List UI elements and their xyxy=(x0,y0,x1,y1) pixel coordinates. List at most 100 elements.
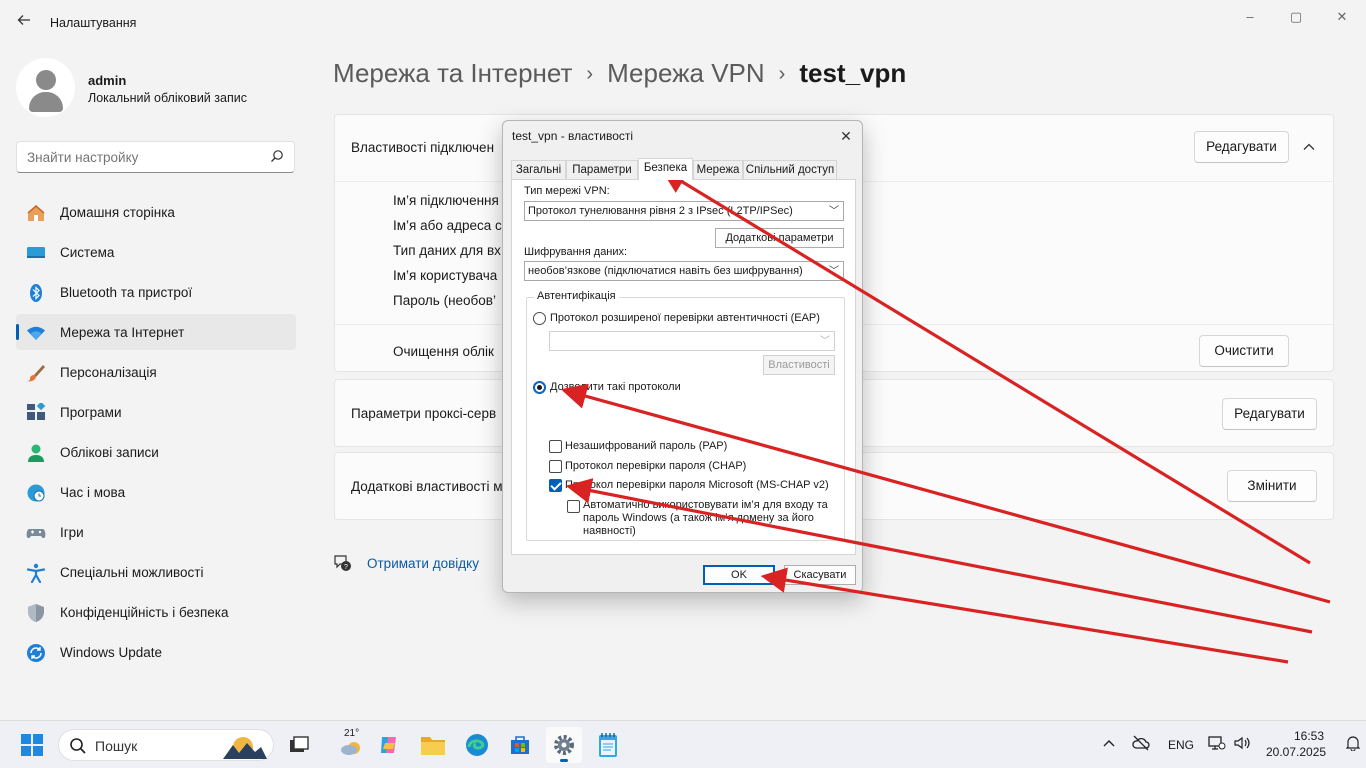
clear-credentials-label: Очищення облік xyxy=(393,344,494,359)
breadcrumb-vpn[interactable]: Мережа VPN xyxy=(607,58,765,88)
tab-networking[interactable]: Мережа xyxy=(693,160,743,180)
edit-connection-button[interactable]: Редагувати xyxy=(1194,131,1289,163)
sidebar-item-accessibility[interactable]: Спеціальні можливості xyxy=(16,554,296,590)
sidebar-item-time-language[interactable]: Час і мова xyxy=(16,474,296,510)
notepad-icon xyxy=(599,733,617,757)
eap-radio[interactable] xyxy=(533,312,546,325)
volume-tray[interactable] xyxy=(1233,735,1253,753)
advanced-settings-button[interactable]: Додаткові параметри xyxy=(715,228,844,248)
account-type: Локальний обліковий запис xyxy=(88,91,247,105)
edit-proxy-button[interactable]: Редагувати xyxy=(1222,398,1317,430)
windows-logo-icon xyxy=(21,734,43,756)
apps-icon xyxy=(27,403,46,420)
sidebar-item-network[interactable]: Мережа та Інтернет xyxy=(16,314,296,350)
sidebar-item-accounts[interactable]: Облікові записи xyxy=(16,434,296,470)
cancel-button[interactable]: Скасувати xyxy=(784,565,856,585)
auto-logon-label[interactable]: пароль Windows (а також ім’я домену за й… xyxy=(583,512,814,524)
clock-globe-icon xyxy=(27,484,45,502)
copilot-button[interactable] xyxy=(371,727,407,763)
encryption-select[interactable]: необов’язкове (підключатися навіть без ш… xyxy=(524,261,844,281)
get-help-link[interactable]: ? Отримати довідку xyxy=(333,553,479,578)
connection-properties-title: Властивості підключен xyxy=(351,140,495,155)
mschap-v2-label[interactable]: Протокол перевірки пароля Microsoft (MS-… xyxy=(565,479,829,491)
breadcrumb-network[interactable]: Мережа та Інтернет xyxy=(333,58,572,88)
dialog-close-icon[interactable]: ✕ xyxy=(834,125,858,147)
eap-radio-label[interactable]: Протокол розширеної перевірки автентично… xyxy=(550,312,820,324)
eap-properties-button[interactable]: Властивості xyxy=(763,355,835,375)
copilot-icon xyxy=(381,737,396,753)
search-icon[interactable] xyxy=(270,149,284,163)
field-username: Ім’я користувача xyxy=(393,268,498,283)
store-button[interactable] xyxy=(502,727,538,763)
widgets-button[interactable]: 21° xyxy=(334,727,370,763)
help-chat-icon: ? xyxy=(334,555,351,571)
tab-options[interactable]: Параметри xyxy=(566,160,638,180)
minimize-button[interactable]: – xyxy=(1227,6,1273,28)
home-icon xyxy=(27,205,45,221)
sidebar-item-home[interactable]: Домашня сторінка xyxy=(16,194,296,230)
field-server-address: Ім’я або адреса с xyxy=(393,218,502,233)
sidebar-item-system[interactable]: Система xyxy=(16,234,296,270)
field-password: Пароль (необов’ xyxy=(393,293,496,308)
clear-button[interactable]: Очистити xyxy=(1199,335,1289,367)
user-name: admin xyxy=(88,73,127,88)
chap-label[interactable]: Протокол перевірки пароля (CHAP) xyxy=(565,460,746,472)
user-profile[interactable]: admin Локальний обліковий запис xyxy=(16,58,306,118)
maximize-button[interactable]: ▢ xyxy=(1273,6,1319,28)
sidebar-item-gaming[interactable]: Ігри xyxy=(16,514,296,550)
search-input[interactable] xyxy=(17,142,257,172)
speaker-icon xyxy=(1234,736,1250,750)
vpn-type-select[interactable]: Протокол тунелювання рівня 2 з IPsec (L2… xyxy=(524,201,844,221)
taskbar-search[interactable]: Пошук xyxy=(58,729,274,761)
weather-temp: 21° xyxy=(344,728,360,739)
notifications-button[interactable] xyxy=(1345,735,1362,753)
sidebar-item-bluetooth[interactable]: Bluetooth та пристрої xyxy=(16,274,296,310)
eap-method-select[interactable]: ﹀ xyxy=(549,331,835,351)
task-view-button[interactable] xyxy=(281,727,317,763)
bell-icon xyxy=(1345,736,1361,752)
notepad-button[interactable] xyxy=(590,727,626,763)
sidebar-item-personalization[interactable]: Персоналізація xyxy=(16,354,296,390)
mschap-v2-checkbox[interactable] xyxy=(549,479,562,492)
allow-protocols-radio[interactable] xyxy=(533,381,546,394)
auto-logon-label[interactable]: Автоматично використовувати ім’я для вхо… xyxy=(583,499,828,511)
auto-logon-checkbox[interactable] xyxy=(567,500,580,513)
auto-logon-label[interactable]: наявності) xyxy=(583,525,636,537)
network-tray[interactable] xyxy=(1132,734,1152,754)
sidebar-item-windows-update[interactable]: Windows Update xyxy=(16,634,296,670)
edge-button[interactable] xyxy=(459,727,495,763)
ok-button[interactable]: OK xyxy=(703,565,775,585)
dialog-title: test_vpn - властивості xyxy=(512,129,634,143)
app-title: Налаштування xyxy=(50,16,137,30)
input-language[interactable]: ENG xyxy=(1168,738,1194,752)
tab-security[interactable]: Безпека xyxy=(638,158,693,180)
tab-sharing[interactable]: Спільний доступ xyxy=(743,160,837,180)
ethernet-tray[interactable] xyxy=(1208,735,1228,753)
clock-time[interactable]: 16:53 xyxy=(1294,729,1324,743)
change-button[interactable]: Змінити xyxy=(1227,470,1317,502)
tab-general[interactable]: Загальні xyxy=(511,160,566,180)
authentication-group-title: Автентифікація xyxy=(534,290,619,302)
sidebar-item-privacy[interactable]: Конфіденційність і безпека xyxy=(16,594,296,630)
file-explorer-button[interactable] xyxy=(415,727,451,763)
monitor-icon xyxy=(27,247,45,258)
chap-checkbox[interactable] xyxy=(549,460,562,473)
settings-app-button[interactable] xyxy=(546,727,582,763)
chevron-up-icon xyxy=(1103,740,1115,747)
chevron-up-icon[interactable] xyxy=(1297,137,1321,157)
close-button[interactable]: ✕ xyxy=(1319,6,1365,28)
back-arrow-icon[interactable] xyxy=(10,12,38,36)
clock-date[interactable]: 20.07.2025 xyxy=(1266,745,1326,759)
start-button[interactable] xyxy=(14,727,50,763)
vpn-type-label: Тип мережі VPN: xyxy=(524,185,610,197)
pap-checkbox[interactable] xyxy=(549,440,562,453)
sidebar-item-apps[interactable]: Програми xyxy=(16,394,296,430)
edge-icon xyxy=(466,734,488,756)
pap-label[interactable]: Незашифрований пароль (PAP) xyxy=(565,440,727,452)
bluetooth-icon xyxy=(30,284,42,302)
chevron-down-icon: ﹀ xyxy=(829,206,839,217)
show-hidden-icons[interactable] xyxy=(1100,735,1118,753)
allow-protocols-label[interactable]: Дозволити такі протоколи xyxy=(550,381,681,393)
settings-search[interactable] xyxy=(16,141,295,173)
wifi-icon xyxy=(27,326,45,340)
